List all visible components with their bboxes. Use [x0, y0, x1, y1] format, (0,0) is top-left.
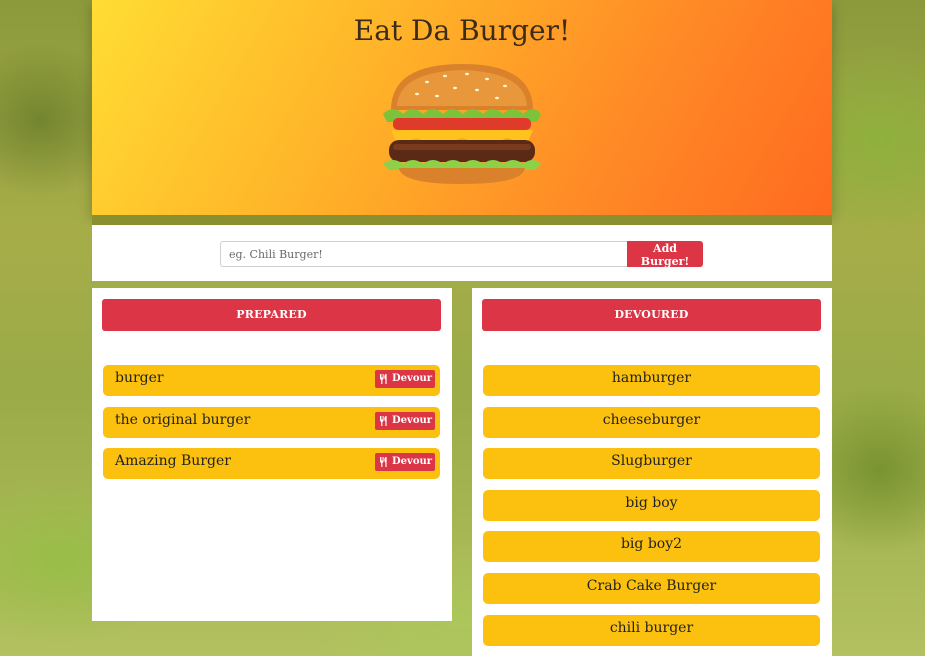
prepared-list: burger Devour the original burger Devour Ama… [103, 365, 440, 490]
burger-name: Crab Cake Burger [586, 577, 717, 594]
utensils-icon [379, 457, 387, 468]
prepared-panel: PREPARED burger Devour the original burger… [92, 288, 452, 621]
devoured-item: big boy [483, 489, 820, 521]
burger-name: burger [115, 370, 164, 386]
burger-name: hamburger [611, 370, 692, 386]
burger-image [383, 64, 541, 184]
burger-name-input[interactable] [220, 241, 632, 267]
utensils-icon [379, 374, 387, 384]
devour-label: Devour [391, 414, 433, 426]
prepared-heading: PREPARED [102, 299, 441, 331]
burger-name: Slugburger [611, 453, 692, 470]
devoured-list: hamburger cheeseburger Slugburger big boy bi… [483, 365, 820, 656]
devoured-item: cheeseburger [483, 406, 820, 438]
devour-label: Devour [391, 456, 433, 468]
devour-label: Devour [391, 373, 433, 384]
hero-banner: Eat Da Burger! [92, 0, 832, 215]
burger-name: cheeseburger [602, 411, 701, 428]
devoured-item: Slugburger [483, 448, 820, 480]
burger-name: big boy2 [620, 536, 683, 553]
devoured-panel: DEVOURED hamburger cheeseburger Slugburger… [472, 288, 832, 656]
add-burger-button[interactable]: Add Burger! [627, 241, 703, 268]
burger-name: the original burger [115, 411, 251, 428]
devoured-item: big boy2 [483, 531, 820, 563]
add-burger-form: Add Burger! [92, 225, 832, 281]
prepared-item: the original burger Devour [103, 406, 440, 438]
devour-button[interactable]: Devour [375, 453, 435, 472]
page-title: Eat Da Burger! [353, 14, 571, 47]
burger-name: Amazing Burger [115, 453, 231, 470]
devoured-heading: DEVOURED [482, 299, 821, 331]
divider-band [92, 215, 832, 225]
prepared-item: burger Devour [103, 365, 440, 396]
devour-button[interactable]: Devour [375, 370, 435, 388]
devoured-item: hamburger [483, 365, 820, 396]
prepared-item: Amazing Burger Devour [103, 448, 440, 480]
devoured-item: Crab Cake Burger [483, 572, 820, 604]
devour-button[interactable]: Devour [375, 411, 435, 430]
burger-name: big boy [625, 494, 678, 511]
devoured-item: chili burger [483, 614, 820, 646]
utensils-icon [379, 415, 387, 426]
burger-name: chili burger [609, 619, 694, 636]
main-container: Eat Da Burger! eg. Chili Burger! Add Bur… [92, 0, 832, 656]
